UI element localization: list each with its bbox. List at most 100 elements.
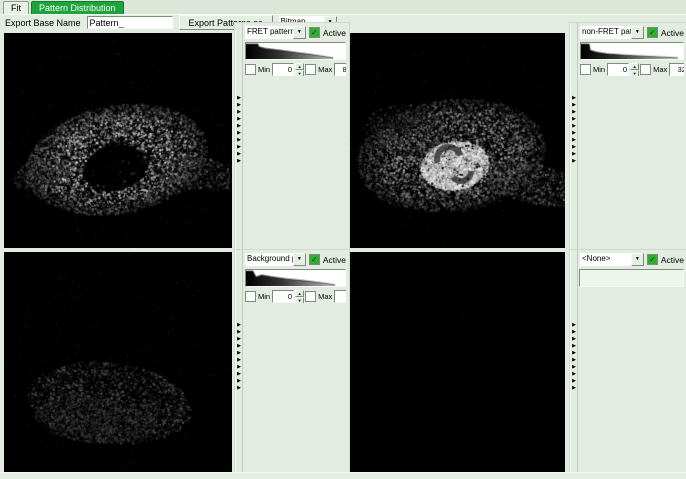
- non-fret-pattern-image: [349, 33, 565, 248]
- right-arrow-icon: ▶: [572, 158, 576, 164]
- right-arrow-icon: ▶: [237, 322, 241, 328]
- min-value-field[interactable]: 0: [272, 63, 295, 76]
- right-arrow-icon: ▶: [237, 343, 241, 349]
- right-arrow-icon: ▶: [237, 151, 241, 157]
- active-checkbox[interactable]: ✓: [646, 254, 658, 265]
- right-arrow-icon: ▶: [237, 130, 241, 136]
- min-checkbox[interactable]: [245, 291, 256, 302]
- right-arrow-icon: ▶: [237, 371, 241, 377]
- background-histogram[interactable]: [245, 269, 346, 287]
- background-pattern-panel: ▶▶▶▶▶▶▶▶▶▶ Background pattern [Cnts] ▼ ✓…: [234, 249, 350, 475]
- right-arrow-icon: ▶: [237, 364, 241, 370]
- status-bar: [0, 472, 686, 479]
- tab-fit[interactable]: Fit: [3, 1, 29, 14]
- spin-up-icon: ▲: [295, 63, 305, 70]
- max-label: Max: [653, 65, 668, 74]
- background-pattern-dropdown[interactable]: Background pattern [Cnts] ▼: [245, 253, 306, 266]
- background-pattern-dropdown-value: Background pattern [Cnts]: [247, 254, 293, 263]
- active-label: Active: [660, 254, 684, 265]
- non-fret-pattern-dropdown[interactable]: non-FRET pattern [Cnts] ▼: [580, 26, 644, 39]
- spin-up-icon: ▲: [295, 290, 305, 297]
- max-value-field[interactable]: 8097: [334, 63, 346, 76]
- right-arrow-icon: ▶: [572, 109, 576, 115]
- right-arrow-icon: ▶: [572, 350, 576, 356]
- empty-histogram-placeholder: [579, 269, 684, 287]
- right-arrow-icon: ▶: [572, 123, 576, 129]
- empty-pattern-image: [349, 252, 565, 472]
- chevron-down-icon[interactable]: ▼: [292, 253, 306, 266]
- fret-pattern-panel: ▶▶▶▶▶▶▶▶▶▶ FRET pattern [Cnts] ▼ ✓ Activ…: [234, 22, 350, 251]
- max-checkbox[interactable]: [305, 64, 317, 75]
- right-arrow-icon: ▶: [237, 102, 241, 108]
- right-arrow-icon: ▶: [237, 137, 241, 143]
- panel-splitter-arrows[interactable]: ▶ ▶ ▶ ▶ ▶ ▶ ▶ ▶ ▶ ▶: [235, 250, 243, 474]
- max-label: Max: [318, 65, 333, 74]
- max-value-field[interactable]: 653: [334, 290, 346, 303]
- right-arrow-icon: ▶: [572, 343, 576, 349]
- active-checkbox[interactable]: ✓: [308, 254, 320, 265]
- spin-up-icon: ▲: [630, 63, 640, 70]
- tab-bar: Fit Pattern Distribution: [0, 0, 686, 15]
- right-arrow-icon: ▶: [572, 116, 576, 122]
- none-pattern-dropdown-value: <None>: [582, 254, 611, 263]
- min-checkbox[interactable]: [580, 64, 591, 75]
- right-arrow-icon: ▶: [572, 151, 576, 157]
- right-arrow-icon: ▶: [572, 95, 576, 101]
- right-arrow-icon: ▶: [237, 357, 241, 363]
- panel-splitter-arrows[interactable]: ▶ ▶ ▶ ▶ ▶ ▶ ▶ ▶ ▶ ▶: [235, 23, 243, 250]
- panel-splitter-arrows[interactable]: ▶ ▶ ▶ ▶ ▶ ▶ ▶ ▶ ▶ ▶: [570, 23, 578, 250]
- chevron-down-icon[interactable]: ▼: [292, 26, 306, 39]
- max-value-field[interactable]: 3200: [669, 63, 684, 76]
- none-pattern-dropdown[interactable]: <None> ▼: [580, 253, 644, 266]
- min-label: Min: [593, 65, 606, 74]
- min-spinner[interactable]: ▲ ▼: [295, 290, 305, 303]
- min-spinner[interactable]: ▲ ▼: [295, 63, 305, 76]
- non-fret-histogram[interactable]: [580, 42, 684, 60]
- max-checkbox[interactable]: [640, 64, 652, 75]
- spin-down-icon: ▼: [295, 70, 305, 76]
- fret-pattern-image: [4, 33, 232, 248]
- chevron-down-icon[interactable]: ▼: [630, 253, 644, 266]
- right-arrow-icon: ▶: [572, 371, 576, 377]
- right-arrow-icon: ▶: [572, 336, 576, 342]
- right-arrow-icon: ▶: [237, 95, 241, 101]
- min-spinner[interactable]: ▲ ▼: [630, 63, 640, 76]
- active-checkbox[interactable]: ✓: [646, 27, 658, 38]
- none-pattern-panel: ▶ ▶ ▶ ▶ ▶ ▶ ▶ ▶ ▶ ▶ <None> ▼ ✓ Active: [569, 249, 686, 475]
- panel-splitter-arrows[interactable]: ▶ ▶ ▶ ▶ ▶ ▶ ▶ ▶ ▶ ▶: [570, 250, 578, 474]
- non-fret-pattern-panel: ▶▶▶▶▶▶▶▶▶▶ non-FRET pattern [Cnts] ▼ ✓ A…: [569, 22, 686, 251]
- right-arrow-icon: ▶: [237, 385, 241, 391]
- right-arrow-icon: ▶: [237, 109, 241, 115]
- base-name-input[interactable]: [86, 16, 173, 29]
- right-arrow-icon: ▶: [572, 357, 576, 363]
- right-arrow-icon: ▶: [572, 144, 576, 150]
- chevron-down-icon[interactable]: ▼: [630, 26, 644, 39]
- min-value-field[interactable]: 0: [272, 290, 295, 303]
- right-arrow-icon: ▶: [572, 378, 576, 384]
- right-arrow-icon: ▶: [572, 137, 576, 143]
- tab-pattern-distribution[interactable]: Pattern Distribution: [31, 1, 124, 14]
- right-arrow-icon: ▶: [572, 130, 576, 136]
- right-arrow-icon: ▶: [572, 102, 576, 108]
- right-arrow-icon: ▶: [237, 144, 241, 150]
- active-label: Active: [660, 27, 684, 38]
- fret-pattern-dropdown[interactable]: FRET pattern [Cnts] ▼: [245, 26, 306, 39]
- min-label: Min: [258, 292, 271, 301]
- fret-histogram[interactable]: [245, 42, 346, 60]
- right-arrow-icon: ▶: [572, 385, 576, 391]
- fret-pattern-dropdown-value: FRET pattern [Cnts]: [247, 27, 293, 36]
- max-checkbox[interactable]: [305, 291, 317, 302]
- min-label: Min: [258, 65, 271, 74]
- spin-down-icon: ▼: [630, 70, 640, 76]
- max-label: Max: [318, 292, 333, 301]
- right-arrow-icon: ▶: [237, 123, 241, 129]
- min-checkbox[interactable]: [245, 64, 256, 75]
- active-checkbox[interactable]: ✓: [308, 27, 320, 38]
- active-label: Active: [322, 27, 346, 38]
- right-arrow-icon: ▶: [572, 329, 576, 335]
- right-arrow-icon: ▶: [572, 322, 576, 328]
- min-value-field[interactable]: 0: [607, 63, 630, 76]
- active-label: Active: [322, 254, 346, 265]
- right-arrow-icon: ▶: [237, 378, 241, 384]
- right-arrow-icon: ▶: [237, 350, 241, 356]
